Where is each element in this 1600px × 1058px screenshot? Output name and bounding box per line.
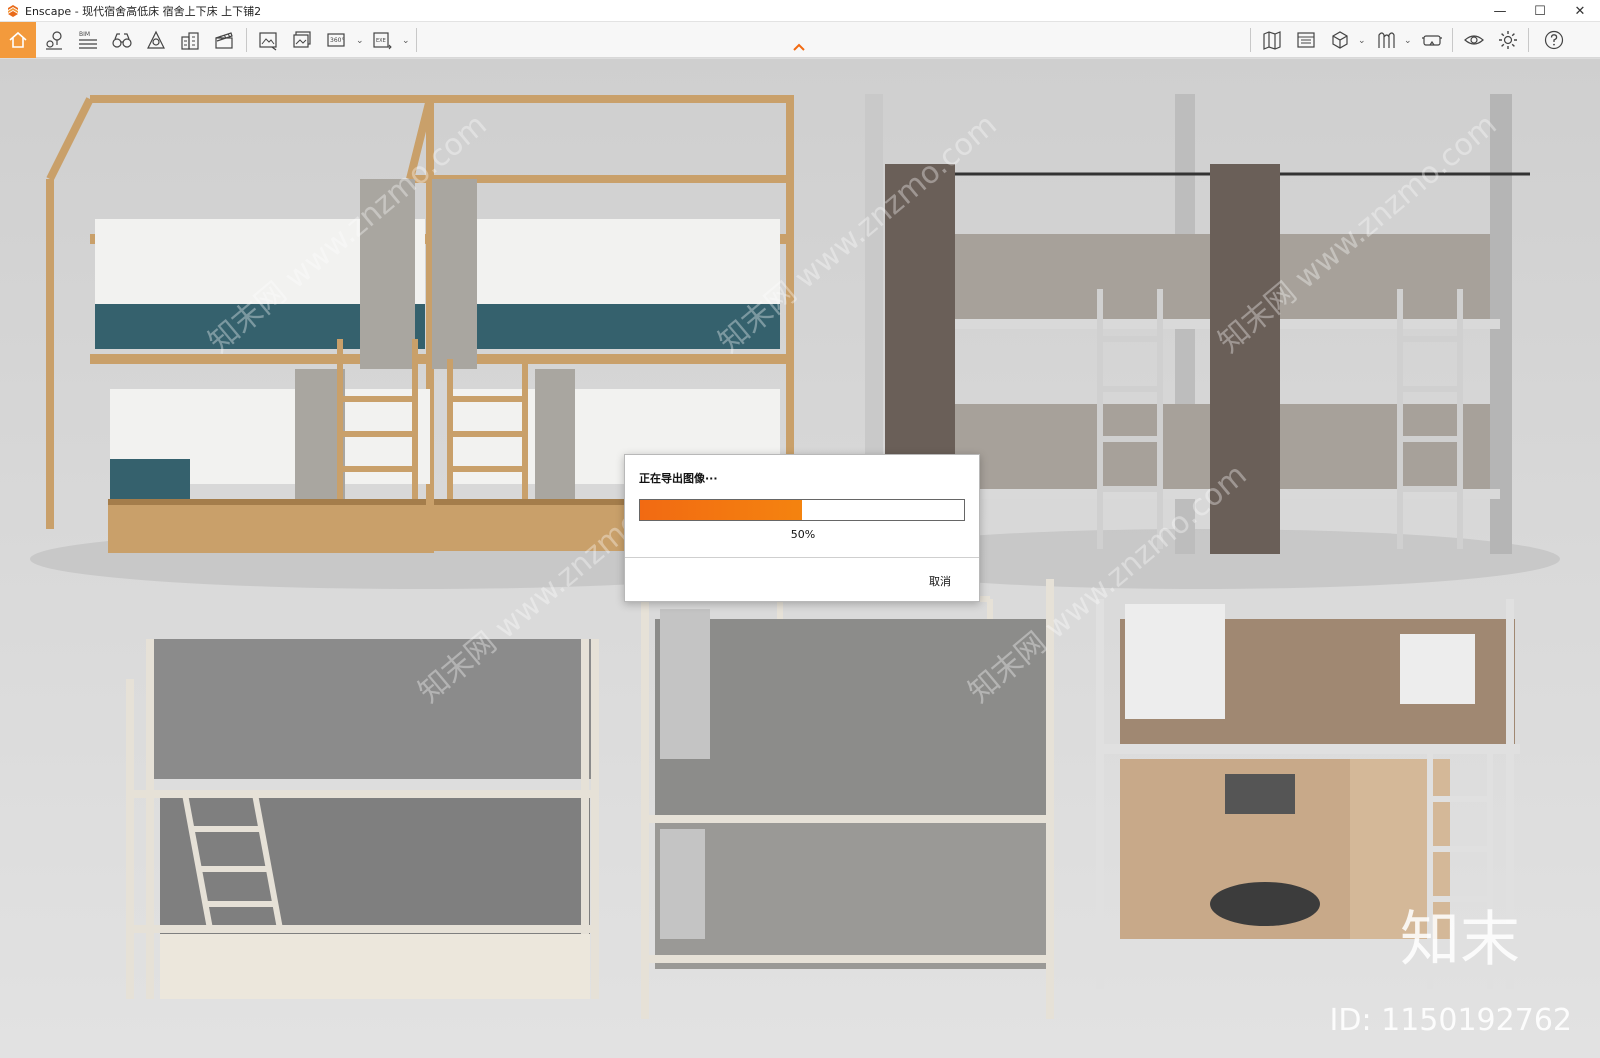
progress-bar [639,499,965,521]
vr-headset-icon [1422,35,1442,46]
window-controls: — ☐ ✕ [1480,0,1600,22]
export-exe-button[interactable]: EXE [368,26,396,54]
sun-shape-icon [147,30,165,49]
grey-bunk-bed [641,579,1054,1019]
brand-watermark: 知末 [1400,905,1520,975]
info-panel-button[interactable] [1292,26,1320,54]
title-bar: Enscape - 现代宿舍高低床 宿舍上下床 上下铺2 — ☐ ✕ [0,0,1600,22]
settings-button[interactable] [1494,26,1522,54]
maximize-button[interactable]: ☐ [1520,0,1560,22]
svg-text:EXE: EXE [376,38,386,44]
buildings-icon [181,32,199,50]
binoculars-icon [112,33,132,48]
bim-button[interactable]: BIM [74,26,102,54]
home-icon [9,31,27,48]
panorama-360-icon: 360° [327,33,345,47]
collapse-chevron-icon[interactable] [792,40,806,54]
views-button[interactable] [40,26,68,54]
progress-bar-fill [640,500,802,520]
map-icon [1263,31,1281,50]
dialog-title: 正在导出图像··· [639,472,718,485]
toolbar-separator [1528,28,1529,52]
visibility-eye-icon [1464,35,1484,45]
svg-text:BIM: BIM [79,31,90,38]
chevron-down-icon[interactable]: ⌄ [356,36,364,46]
main-toolbar: BIM 360° ⌄ EXE ⌄ ⌄ ⌄ [0,22,1600,58]
asset-library-icon [1332,31,1348,49]
render-image-icon [259,32,277,51]
dialog-divider [625,557,979,558]
settings-gear-icon [1499,31,1517,49]
video-editor-button[interactable] [210,26,238,54]
cancel-button[interactable]: 取消 [929,573,951,589]
window-title: Enscape - 现代宿舍高低床 宿舍上下床 上下铺2 [25,4,262,18]
site-context-button[interactable] [176,26,204,54]
white-bunk-bed [126,639,599,999]
bim-menu-icon: BIM [79,31,97,49]
help-icon [1544,30,1564,50]
location-pins-icon [46,31,62,50]
chevron-down-icon[interactable]: ⌄ [1358,36,1366,46]
enscape-window: Enscape - 现代宿舍高低床 宿舍上下床 上下铺2 — ☐ ✕ BIM 3… [0,0,1600,1058]
panorama-button[interactable]: 360° [322,26,350,54]
toolbar-separator [1452,28,1453,52]
window-icon [1297,32,1315,48]
asset-library-button[interactable] [1326,26,1354,54]
render-image-button[interactable] [254,26,282,54]
enscape-logo-icon [8,4,18,17]
visual-settings-button[interactable] [1460,26,1488,54]
batch-render-button[interactable] [288,26,316,54]
chevron-down-icon[interactable]: ⌄ [1404,36,1412,46]
vr-headset-button[interactable] [1418,26,1446,54]
export-exe-icon: EXE [373,32,392,50]
home-button[interactable] [0,22,36,58]
export-progress-dialog: 正在导出图像··· 50% 取消 [624,454,980,602]
walk-mode-button[interactable] [108,26,136,54]
chevron-down-icon[interactable]: ⌄ [402,36,410,46]
map-button[interactable] [1258,26,1286,54]
progress-percent-label: 50% [790,528,816,541]
help-button[interactable] [1540,26,1568,54]
toolbar-separator [1250,28,1251,52]
toolbar-separator [416,28,417,52]
material-icon [1378,32,1395,48]
material-editor-button[interactable] [1372,26,1400,54]
clapperboard-icon [215,32,233,49]
minimize-button[interactable]: — [1480,0,1520,22]
close-button[interactable]: ✕ [1560,0,1600,22]
svg-text:360°: 360° [330,37,344,44]
id-watermark: ID: 1150192762 [1329,1003,1572,1038]
batch-render-icon [293,31,311,48]
toolbar-separator [246,28,247,52]
atmosphere-button[interactable] [142,26,170,54]
